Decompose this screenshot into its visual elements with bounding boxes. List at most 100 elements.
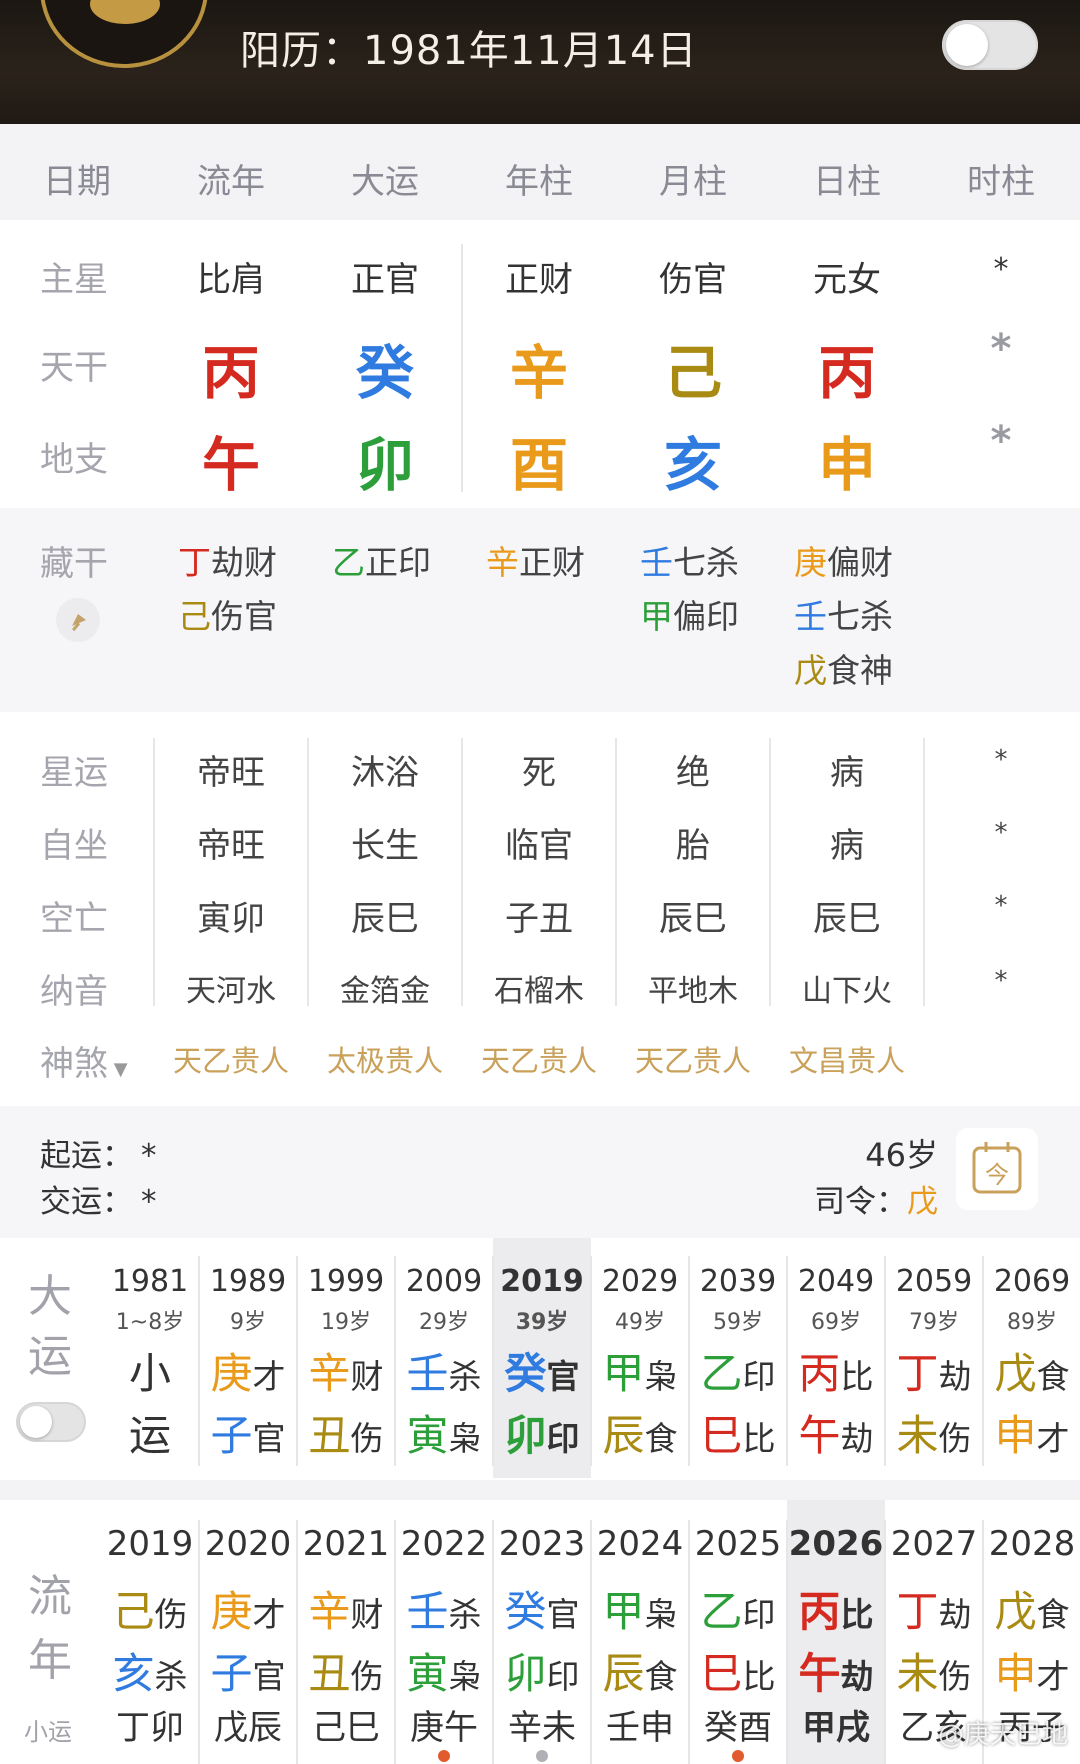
- liunian-branch[interactable]: 丑伤: [297, 1640, 395, 1701]
- nayin: 石榴木: [494, 974, 584, 1009]
- shensha-item[interactable]: 文昌贵人: [770, 1038, 924, 1080]
- dayun-stem[interactable]: 壬杀: [395, 1340, 493, 1401]
- ten-god: 比: [840, 1595, 874, 1634]
- liunian-year: 2021: [302, 1524, 390, 1564]
- ten-god: 印: [546, 1657, 580, 1696]
- ganzhi-char: 丙: [798, 1587, 841, 1636]
- xiaoyun-ganzhi: 庚午: [410, 1708, 478, 1748]
- dayun-branch[interactable]: 辰食: [591, 1402, 689, 1463]
- dayun-branch[interactable]: 卯印: [493, 1402, 591, 1463]
- dayun-age: 49岁: [615, 1310, 665, 1335]
- star-luck: 病: [830, 753, 864, 793]
- main-star: 比肩: [197, 260, 265, 300]
- dayun-branch[interactable]: 运: [101, 1402, 199, 1463]
- liunian-stem[interactable]: 癸官: [493, 1578, 591, 1639]
- liunian-stem[interactable]: 乙印: [689, 1578, 787, 1639]
- shensha-label: 神煞: [40, 1044, 108, 1084]
- dayun-label-bottom: 运: [28, 1331, 72, 1382]
- void: 子丑: [505, 899, 573, 939]
- dayun-stem[interactable]: 戊食: [983, 1340, 1080, 1401]
- dayun-branch[interactable]: 未伤: [885, 1402, 983, 1463]
- calendar-toggle[interactable]: [942, 20, 1038, 70]
- hidden-stem-item: 壬七杀: [616, 536, 770, 584]
- ganzhi-char: 未: [896, 1649, 939, 1698]
- ganzhi-char: 癸: [504, 1349, 547, 1398]
- liunian-stem[interactable]: 丙比: [787, 1578, 885, 1639]
- liunian-branch[interactable]: 未伤: [885, 1640, 983, 1701]
- dayun-stem[interactable]: 丙比: [787, 1340, 885, 1401]
- marker-dot: [732, 1750, 744, 1762]
- liunian-stem[interactable]: 辛财: [297, 1578, 395, 1639]
- dayun-stem[interactable]: 小: [101, 1340, 199, 1401]
- ten-god: 食: [1036, 1595, 1070, 1634]
- liunian-stem[interactable]: 甲枭: [591, 1578, 689, 1639]
- commander-value: 戊: [907, 1184, 938, 1220]
- shensha-item[interactable]: 天乙贵人: [154, 1038, 308, 1080]
- star-luck: 帝旺: [197, 753, 265, 793]
- ganzhi-char: 戊: [994, 1587, 1037, 1636]
- dayun-age: 9岁: [230, 1310, 266, 1335]
- hidden-stem-item: 辛正财: [462, 536, 616, 584]
- shensha-item[interactable]: 天乙贵人: [616, 1038, 770, 1080]
- dayun-toggle[interactable]: [16, 1402, 86, 1442]
- hidden-stem-char: 庚: [794, 543, 827, 582]
- dayun-age: 79岁: [909, 1310, 959, 1335]
- main-star: 正官: [351, 260, 419, 300]
- pin-icon[interactable]: [56, 598, 100, 642]
- dayun-branch[interactable]: 子官: [199, 1402, 297, 1463]
- liunian-stem[interactable]: 戊食: [983, 1578, 1080, 1639]
- liunian-year: 2019: [106, 1524, 194, 1564]
- hidden-stem-char: 壬: [640, 543, 673, 582]
- dayun-year: 2069: [993, 1264, 1071, 1299]
- liunian-stem[interactable]: 己伤: [101, 1578, 199, 1639]
- hidden-stem-god: 七杀: [673, 543, 739, 582]
- dayun-branch[interactable]: 午劫: [787, 1402, 885, 1463]
- liunian-year: 2026: [788, 1524, 884, 1564]
- heavenly-stem: 己: [663, 339, 722, 407]
- ten-god: 官: [252, 1419, 286, 1458]
- dayun-branch[interactable]: 申才: [983, 1402, 1080, 1463]
- main-star: 正财: [505, 260, 573, 300]
- column-header-row: 日期 流年 大运 年柱 月柱 日柱 时柱: [0, 124, 1080, 220]
- ten-god: 劫: [840, 1657, 874, 1696]
- dayun-stem[interactable]: 甲枭: [591, 1340, 689, 1401]
- liunian-branch[interactable]: 辰食: [591, 1640, 689, 1701]
- dayun-branch[interactable]: 寅枭: [395, 1402, 493, 1463]
- tab-hour-pillar: 时柱: [967, 162, 1035, 202]
- liunian-stem[interactable]: 庚才: [199, 1578, 297, 1639]
- liunian-branch[interactable]: 亥杀: [101, 1640, 199, 1701]
- dayun-stem[interactable]: 辛财: [297, 1340, 395, 1401]
- ten-god: 比: [840, 1357, 874, 1396]
- liunian-branch[interactable]: 子官: [199, 1640, 297, 1701]
- star-luck: 死: [522, 753, 556, 793]
- shensha-item[interactable]: 太极贵人: [308, 1038, 462, 1080]
- ganzhi-char: 壬: [406, 1349, 449, 1398]
- ganzhi-char: 丁: [896, 1349, 939, 1398]
- shensha-item[interactable]: 天乙贵人: [462, 1038, 616, 1080]
- liunian-stem[interactable]: 丁劫: [885, 1578, 983, 1639]
- dayun-stem[interactable]: 癸官: [493, 1340, 591, 1401]
- liunian-stem[interactable]: 壬杀: [395, 1578, 493, 1639]
- liunian-branch[interactable]: 申才: [983, 1640, 1080, 1701]
- tab-month-pillar: 月柱: [659, 162, 727, 202]
- liunian-branch[interactable]: 卯印: [493, 1640, 591, 1701]
- dayun-stem[interactable]: 乙印: [689, 1340, 787, 1401]
- dayun-branch[interactable]: 丑伤: [297, 1402, 395, 1463]
- today-calendar-button[interactable]: 今: [956, 1128, 1038, 1210]
- main-star: 元女: [813, 260, 881, 300]
- liunian-branch[interactable]: 午劫: [787, 1640, 885, 1701]
- ten-god: 比: [742, 1657, 776, 1696]
- liunian-branch[interactable]: 寅枭: [395, 1640, 493, 1701]
- label-main-star: 主星: [40, 260, 108, 300]
- ganzhi-char: 寅: [406, 1411, 449, 1460]
- dayun-stem[interactable]: 丁劫: [885, 1340, 983, 1401]
- liunian-branch[interactable]: 巳比: [689, 1640, 787, 1701]
- dayun-stem[interactable]: 庚才: [199, 1340, 297, 1401]
- earthly-branch: 亥: [663, 431, 722, 499]
- ten-god: 财: [350, 1595, 384, 1634]
- shensha-dropdown[interactable]: 神煞 ▼: [40, 1036, 128, 1085]
- ten-god: 印: [742, 1357, 776, 1396]
- liunian-year: 2025: [694, 1524, 782, 1564]
- dayun-branch[interactable]: 巳比: [689, 1402, 787, 1463]
- ten-god: 才: [1036, 1419, 1070, 1458]
